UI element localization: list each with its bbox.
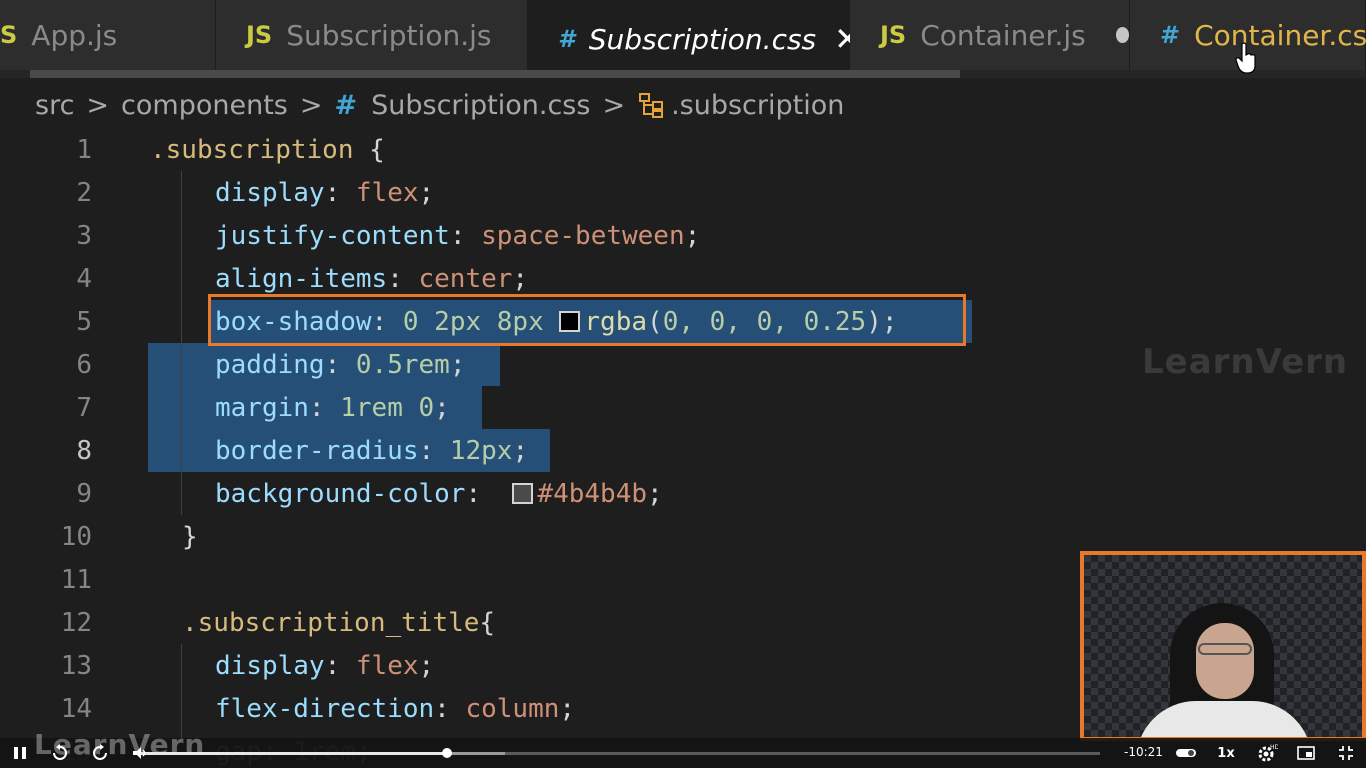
unsaved-dot-icon[interactable] <box>1115 27 1129 43</box>
closing-brace: } <box>182 521 198 552</box>
code-line[interactable]: 6 padding: 0.5rem; <box>0 343 1080 386</box>
line-number: 6 <box>76 349 92 380</box>
line-number: 8 <box>76 435 92 466</box>
line-number: 11 <box>60 564 92 595</box>
css-selector: .subscription <box>150 134 354 165</box>
progress-fill <box>140 752 448 755</box>
js-file-icon: JS <box>880 21 907 49</box>
tab-app-js[interactable]: S App.js <box>0 0 216 70</box>
color-swatch-icon[interactable] <box>512 482 534 504</box>
code-line[interactable]: 9 background-color: #4b4b4b; <box>0 472 1080 515</box>
line-number: 3 <box>76 220 92 251</box>
tab-scrollbar[interactable] <box>30 70 960 78</box>
chevron-right-icon: > <box>86 89 110 121</box>
watermark-logo: LearnVern <box>1142 342 1349 382</box>
rewind-icon[interactable] <box>50 743 70 763</box>
video-player-controls: LearnVern -10:21 1x HD <box>0 728 1366 768</box>
line-number: 12 <box>60 607 92 638</box>
tab-label: Container.css <box>1194 18 1366 52</box>
picture-in-picture-icon[interactable] <box>1296 743 1316 763</box>
line-number: 13 <box>60 650 92 681</box>
line-number: 9 <box>76 478 92 509</box>
tab-subscription-css[interactable]: # Subscription.css ✕ <box>528 0 861 78</box>
exit-fullscreen-icon[interactable] <box>1336 743 1356 763</box>
css-value: 1rem 0 <box>340 392 435 423</box>
css-file-icon: # <box>334 89 358 121</box>
css-property: align-items <box>215 263 388 294</box>
chevron-right-icon: > <box>602 89 626 121</box>
line-number: 7 <box>76 392 92 423</box>
breadcrumb: src > components > # Subscription.css > … <box>35 86 844 124</box>
hd-badge: HD <box>1270 744 1278 751</box>
css-selector-symbol-icon <box>639 93 664 118</box>
css-property: flex-direction <box>215 693 435 724</box>
tab-label: Container.js <box>920 18 1086 52</box>
css-value: column <box>465 693 560 724</box>
breadcrumb-file[interactable]: Subscription.css <box>371 90 590 121</box>
tab-subscription-js[interactable]: JS Subscription.js <box>216 0 528 70</box>
code-line[interactable]: 1 .subscription { <box>0 128 1080 171</box>
annotation-highlight-box <box>208 294 966 346</box>
code-line[interactable]: 7 margin: 1rem 0; <box>0 386 1080 429</box>
forward-icon[interactable] <box>90 743 110 763</box>
css-value: #4b4b4b <box>537 478 647 509</box>
line-number: 2 <box>76 177 92 208</box>
css-selector: .subscription_title <box>182 607 480 638</box>
code-line[interactable]: 12 .subscription_title{ <box>0 601 1080 644</box>
line-number: 5 <box>76 306 92 337</box>
line-number: 4 <box>76 263 92 294</box>
tab-container-js[interactable]: JS Container.js <box>850 0 1130 70</box>
line-number: 10 <box>60 521 92 552</box>
breadcrumb-symbol[interactable]: .subscription <box>671 90 844 121</box>
js-file-icon: JS <box>246 21 273 49</box>
brace: { <box>353 134 385 165</box>
hand-cursor-icon <box>1235 42 1256 74</box>
code-line[interactable]: 14 flex-direction: column; <box>0 687 1080 730</box>
code-line[interactable]: 13 display: flex; <box>0 644 1080 687</box>
css-file-icon: # <box>558 25 575 53</box>
css-value: space-between <box>481 220 685 251</box>
code-line[interactable]: 3 justify-content: space-between; <box>0 214 1080 257</box>
css-property: padding <box>215 349 325 380</box>
css-value: 12px <box>449 435 513 466</box>
playback-speed-button[interactable]: 1x <box>1216 743 1236 763</box>
code-line[interactable]: 8 border-radius: 12px; <box>0 429 1080 472</box>
editor-tab-bar: S App.js JS Subscription.js # Subscripti… <box>0 0 1366 78</box>
css-property: border-radius <box>215 435 419 466</box>
css-property: margin <box>215 392 309 423</box>
brace: { <box>479 607 496 638</box>
breadcrumb-src[interactable]: src <box>35 90 74 121</box>
line-number: 14 <box>60 693 92 724</box>
autoplay-toggle-icon[interactable] <box>1174 743 1198 763</box>
code-line[interactable]: 2 display: flex; <box>0 171 1080 214</box>
css-property: justify-content <box>215 220 450 251</box>
breadcrumb-components[interactable]: components <box>121 90 288 121</box>
css-property: background-color <box>215 478 466 509</box>
css-property: display <box>215 177 325 208</box>
chevron-right-icon: > <box>299 89 323 121</box>
tab-label: Subscription.js <box>286 18 492 52</box>
js-file-icon: S <box>0 21 18 49</box>
volume-icon[interactable] <box>130 743 150 763</box>
tab-label: App.js <box>31 18 118 52</box>
presenter-webcam <box>1080 551 1366 741</box>
code-line[interactable]: 11 <box>0 558 1080 601</box>
css-value: flex <box>355 177 419 208</box>
progress-thumb[interactable] <box>442 748 453 758</box>
line-number: 1 <box>76 134 92 165</box>
css-value: flex <box>355 650 419 681</box>
tab-label: Subscription.css <box>588 22 817 56</box>
css-value: center <box>418 263 513 294</box>
code-line[interactable]: 10 } <box>0 515 1080 558</box>
time-remaining: -10:21 <box>1124 745 1163 759</box>
css-value: 0.5rem <box>355 349 450 380</box>
css-file-icon: # <box>1160 21 1181 49</box>
pause-icon[interactable] <box>10 743 30 763</box>
css-property: display <box>215 650 325 681</box>
gear-icon[interactable]: HD <box>1256 743 1278 763</box>
